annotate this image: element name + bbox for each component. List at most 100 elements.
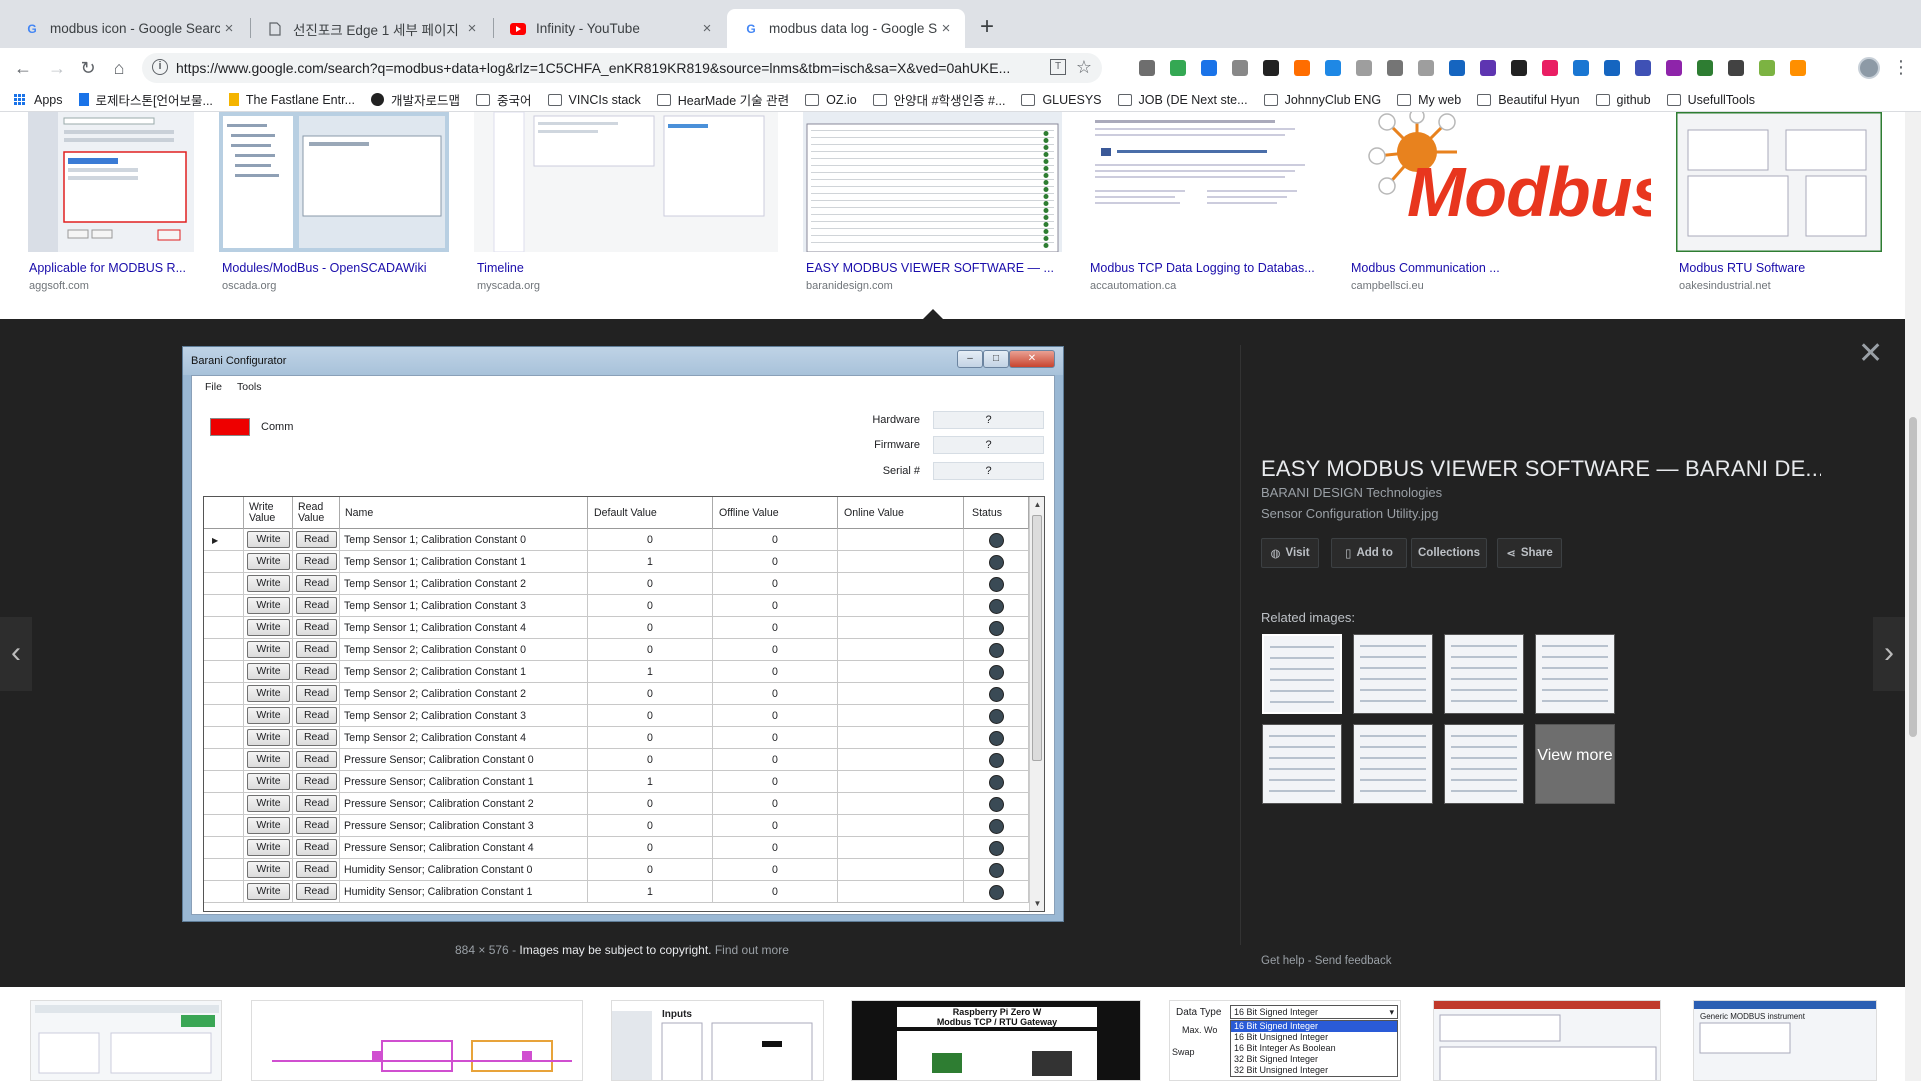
bookmark-item[interactable]: JOB (DE Next ste... bbox=[1117, 93, 1248, 107]
view-more-button[interactable]: View more bbox=[1535, 724, 1615, 804]
extension-icon[interactable] bbox=[1511, 60, 1527, 76]
find-out-more-link[interactable]: Find out more bbox=[715, 943, 789, 957]
result-caption[interactable]: Modules/ModBus - OpenSCADAWiki oscada.org bbox=[222, 261, 447, 292]
bookmark-item[interactable]: github bbox=[1595, 93, 1651, 107]
extension-icon[interactable] bbox=[1263, 60, 1279, 76]
extension-icon[interactable] bbox=[1790, 60, 1806, 76]
bookmark-item[interactable]: GLUESYS bbox=[1021, 93, 1102, 107]
result-thumbnail[interactable]: Modbus bbox=[1347, 112, 1651, 252]
related-image-thumbnail[interactable] bbox=[1444, 634, 1524, 714]
tab-edge-detail[interactable]: 선진포크 Edge 1 세부 페이지 > 선진 × bbox=[251, 9, 491, 48]
close-preview-icon[interactable]: ✕ bbox=[1858, 336, 1883, 371]
result-caption[interactable]: Modbus RTU Software oakesindustrial.net bbox=[1679, 261, 1879, 292]
extension-icon[interactable] bbox=[1480, 60, 1496, 76]
extension-icon[interactable] bbox=[1325, 60, 1341, 76]
bookmark-item[interactable]: 로제타스톤[언어보물... bbox=[78, 90, 213, 109]
extension-icon[interactable] bbox=[1356, 60, 1372, 76]
share-button[interactable]: ⋖ Share bbox=[1497, 538, 1562, 568]
close-tab-icon[interactable]: × bbox=[463, 20, 481, 37]
extension-icon[interactable] bbox=[1170, 60, 1186, 76]
back-icon[interactable]: ← bbox=[12, 57, 34, 79]
result-thumbnail-selected[interactable] bbox=[803, 112, 1062, 252]
result-thumbnail[interactable]: Raspberry Pi Zero W Modbus TCP / RTU Gat… bbox=[851, 1000, 1141, 1081]
result-thumbnail[interactable] bbox=[30, 1000, 222, 1081]
bookmark-item[interactable]: VINCIs stack bbox=[547, 93, 641, 107]
translate-icon[interactable]: T bbox=[1050, 59, 1066, 75]
result-caption[interactable]: Timeline myscada.org bbox=[477, 261, 777, 292]
result-thumbnail[interactable] bbox=[219, 112, 449, 252]
previous-image-chevron-left-icon[interactable]: ‹ bbox=[0, 617, 32, 691]
result-thumbnail[interactable] bbox=[1676, 112, 1882, 252]
url-text[interactable]: https://www.google.com/search?q=modbus+d… bbox=[176, 60, 1056, 76]
related-image-thumbnail[interactable] bbox=[1262, 724, 1342, 804]
close-tab-icon[interactable]: × bbox=[698, 20, 716, 37]
new-tab-button[interactable]: + bbox=[972, 13, 1002, 43]
tab-modbus-data-log[interactable]: G modbus data log - Google Sear × bbox=[727, 9, 965, 48]
address-bar[interactable]: i https://www.google.com/search?q=modbus… bbox=[142, 53, 1102, 83]
bookmark-star-icon[interactable]: ☆ bbox=[1076, 57, 1092, 78]
bookmark-item[interactable]: Beautiful Hyun bbox=[1477, 93, 1580, 107]
close-tab-icon[interactable]: × bbox=[937, 20, 955, 37]
next-image-chevron-right-icon[interactable]: › bbox=[1873, 617, 1905, 691]
collections-button[interactable]: Collections bbox=[1411, 538, 1487, 568]
visit-button[interactable]: ◍ Visit bbox=[1261, 538, 1319, 568]
extension-icon[interactable] bbox=[1604, 60, 1620, 76]
extension-icon[interactable] bbox=[1728, 60, 1744, 76]
extension-icon[interactable] bbox=[1449, 60, 1465, 76]
result-thumbnail[interactable]: Generic MODBUS instrument bbox=[1693, 1000, 1877, 1081]
home-icon[interactable]: ⌂ bbox=[108, 57, 130, 79]
extension-icon[interactable] bbox=[1139, 60, 1155, 76]
page-scroll-thumb[interactable] bbox=[1909, 417, 1917, 737]
bookmark-item[interactable]: OZ.io bbox=[805, 93, 857, 107]
bookmark-item[interactable]: JohnnyClub ENG bbox=[1263, 93, 1381, 107]
extension-icon[interactable] bbox=[1201, 60, 1217, 76]
result-caption[interactable]: Applicable for MODBUS R... aggsoft.com bbox=[29, 261, 194, 292]
bookmark-item[interactable]: HearMade 기술 관련 bbox=[656, 90, 789, 109]
extension-icon[interactable] bbox=[1542, 60, 1558, 76]
tab-youtube[interactable]: Infinity - YouTube × bbox=[494, 9, 726, 48]
related-image-thumbnail[interactable] bbox=[1353, 634, 1433, 714]
bookmark-item[interactable]: 안양대 #학생인증 #... bbox=[872, 90, 1005, 109]
bookmark-item[interactable]: Apps bbox=[14, 93, 63, 107]
extension-icon[interactable] bbox=[1635, 60, 1651, 76]
result-thumbnail[interactable]: Inputs bbox=[611, 1000, 824, 1081]
result-thumbnail[interactable] bbox=[251, 1000, 583, 1081]
result-thumbnail[interactable] bbox=[474, 112, 778, 252]
related-image-thumbnail[interactable] bbox=[1444, 724, 1524, 804]
add-to-button[interactable]: ▯ Add to bbox=[1331, 538, 1407, 568]
extension-icon[interactable] bbox=[1666, 60, 1682, 76]
bookmark-item[interactable]: UsefullTools bbox=[1666, 93, 1755, 107]
menu-kebab-icon[interactable]: ⋮ bbox=[1892, 57, 1910, 78]
result-caption[interactable]: EASY MODBUS VIEWER SOFTWARE — ... baranid… bbox=[806, 261, 1061, 292]
extension-icon[interactable] bbox=[1232, 60, 1248, 76]
related-image-thumbnail[interactable] bbox=[1262, 634, 1342, 714]
result-thumbnail[interactable] bbox=[28, 112, 194, 252]
profile-avatar[interactable] bbox=[1858, 57, 1880, 79]
result-caption[interactable]: Modbus TCP Data Logging to Databas... acc… bbox=[1090, 261, 1325, 292]
send-feedback-link[interactable]: Send feedback bbox=[1315, 955, 1392, 967]
extension-icon[interactable] bbox=[1418, 60, 1434, 76]
extension-icon[interactable] bbox=[1697, 60, 1713, 76]
extension-icon[interactable] bbox=[1759, 60, 1775, 76]
page-scrollbar[interactable] bbox=[1905, 112, 1921, 1081]
related-image-thumbnail[interactable] bbox=[1353, 724, 1433, 804]
preview-site[interactable]: BARANI DESIGN Technologies bbox=[1261, 485, 1442, 500]
bookmark-item[interactable]: The Fastlane Entr... bbox=[228, 93, 355, 107]
extension-icon[interactable] bbox=[1387, 60, 1403, 76]
extension-icon[interactable] bbox=[1294, 60, 1310, 76]
forward-icon[interactable]: → bbox=[46, 57, 68, 79]
extension-icon[interactable] bbox=[1573, 60, 1589, 76]
preview-image-barani-configurator[interactable]: Barani Configurator – □ ✕ File Tools Com… bbox=[182, 346, 1064, 922]
bookmark-item[interactable]: 개발자로드맵 bbox=[371, 90, 460, 109]
result-thumbnail[interactable]: Data Type 16 Bit Signed Integer ▾ Max. W… bbox=[1169, 1000, 1401, 1081]
get-help-link[interactable]: Get help bbox=[1261, 955, 1304, 967]
tab-modbus-icon[interactable]: G modbus icon - Google Search × bbox=[8, 9, 248, 48]
reload-icon[interactable]: ↻ bbox=[77, 57, 99, 79]
result-thumbnail[interactable] bbox=[1087, 112, 1327, 252]
result-thumbnail[interactable] bbox=[1433, 1000, 1661, 1081]
result-caption[interactable]: Modbus Communication ... campbellsci.eu bbox=[1351, 261, 1651, 292]
related-image-thumbnail[interactable] bbox=[1535, 634, 1615, 714]
bookmark-item[interactable]: My web bbox=[1397, 93, 1461, 107]
close-tab-icon[interactable]: × bbox=[220, 20, 238, 37]
info-icon[interactable]: i bbox=[152, 59, 168, 75]
